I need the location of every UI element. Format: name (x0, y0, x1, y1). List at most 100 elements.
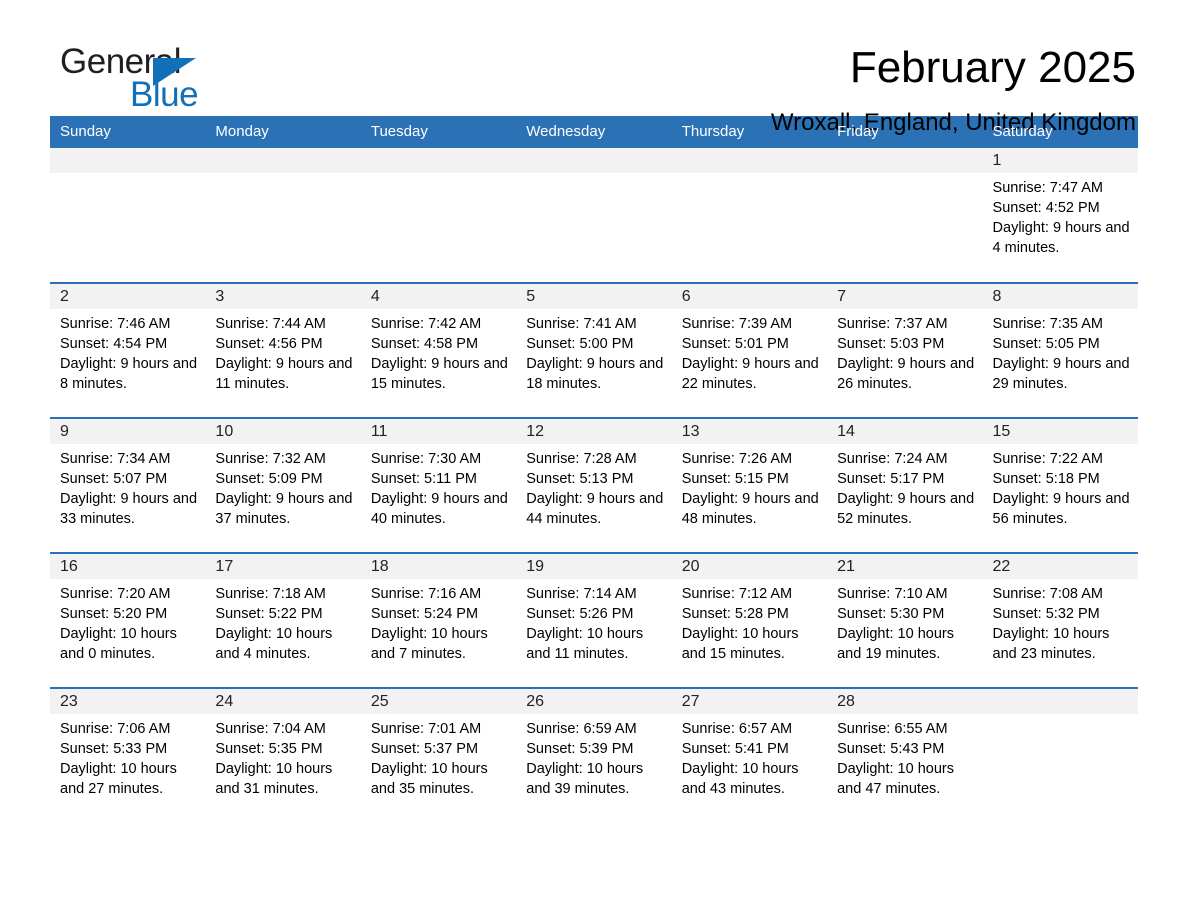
day-number: 11 (370, 423, 388, 440)
sunrise-text: Sunrise: 7:28 AM (526, 451, 637, 467)
sunrise-text: Sunrise: 7:01 AM (370, 721, 482, 737)
location-subtitle: Wroxall, England, United Kingdom (770, 109, 1136, 136)
day-details: Sunrise: 6:55 AM Sunset: 5:43 PM Daylight:… (827, 714, 982, 799)
sunrise-text: Sunrise: 7:20 AM (60, 586, 171, 602)
calendar-week-row: 23 Sunrise: 7:06 AM Sunset: 5:33 PM Dayligh… (50, 687, 1138, 823)
sunrise-text: Sunrise: 6:57 AM (681, 721, 793, 737)
sunset-text: Sunset: 5:26 PM (526, 606, 634, 622)
sunset-text: Sunset: 5:35 PM (215, 741, 323, 757)
day-details: Sunrise: 7:46 AM Sunset: 4:54 PM Daylight:… (50, 309, 205, 394)
day-number (672, 148, 827, 173)
day-details: Sunrise: 7:41 AM Sunset: 5:00 PM Daylight:… (516, 309, 671, 394)
calendar-day-cell[interactable]: 25 Sunrise: 7:01 AM Sunset: 5:37 PM Dayligh… (360, 687, 517, 823)
sunrise-text: Sunrise: 7:35 AM (992, 316, 1103, 332)
sunset-text: Sunset: 5:43 PM (837, 741, 945, 757)
sunset-text: Sunset: 4:58 PM (370, 336, 479, 352)
calendar-day-cell[interactable]: 10 Sunrise: 7:32 AM Sunset: 5:09 PM Dayligh… (205, 417, 361, 553)
calendar-day-cell[interactable]: 16 Sunrise: 7:20 AM Sunset: 5:20 PM Dayligh… (50, 552, 206, 688)
day-details: Sunrise: 7:34 AM Sunset: 5:07 PM Daylight:… (50, 444, 205, 529)
sunrise-text: Sunrise: 7:24 AM (837, 451, 948, 467)
daylight-text: Daylight: 10 hours and 4 minutes. (215, 626, 333, 662)
calendar-cell-empty (671, 148, 828, 283)
sunrise-text: Sunrise: 7:44 AM (215, 316, 326, 332)
calendar-day-cell[interactable]: 14 Sunrise: 7:24 AM Sunset: 5:17 PM Dayligh… (827, 417, 983, 553)
daylight-text: Daylight: 9 hours and 48 minutes. (681, 491, 819, 527)
calendar-day-cell[interactable]: 12 Sunrise: 7:28 AM Sunset: 5:13 PM Dayligh… (516, 417, 672, 553)
calendar-day-cell[interactable]: 24 Sunrise: 7:04 AM Sunset: 5:35 PM Dayligh… (205, 687, 361, 823)
sunset-text: Sunset: 5:41 PM (681, 741, 789, 757)
day-number: 23 (60, 693, 78, 710)
sunrise-text: Sunrise: 7:04 AM (215, 721, 326, 737)
calendar-day-cell[interactable]: 7 Sunrise: 7:37 AM Sunset: 5:03 PM Daylight… (827, 282, 983, 418)
sunset-text: Sunset: 5:03 PM (837, 336, 945, 352)
daylight-text: Daylight: 10 hours and 31 minutes. (215, 761, 333, 797)
sunset-text: Sunset: 5:24 PM (370, 606, 479, 622)
day-details: Sunrise: 7:10 AM Sunset: 5:30 PM Daylight:… (827, 579, 982, 664)
sunset-text: Sunset: 5:18 PM (992, 471, 1100, 487)
calendar-day-cell[interactable]: 13 Sunrise: 7:26 AM Sunset: 5:15 PM Dayligh… (671, 417, 828, 553)
sunset-text: Sunset: 5:07 PM (60, 471, 168, 487)
day-details: Sunrise: 7:35 AM Sunset: 5:05 PM Daylight:… (983, 309, 1138, 394)
sunrise-text: Sunrise: 7:46 AM (60, 316, 171, 332)
weekday-header-sunday: Sunday (50, 116, 206, 148)
sunrise-text: Sunrise: 7:06 AM (60, 721, 171, 737)
calendar-day-cell[interactable]: 9 Sunrise: 7:34 AM Sunset: 5:07 PM Daylight… (50, 417, 206, 553)
daylight-text: Daylight: 10 hours and 43 minutes. (681, 761, 799, 797)
day-number: 17 (215, 558, 234, 575)
day-details: Sunrise: 7:22 AM Sunset: 5:18 PM Daylight:… (983, 444, 1138, 529)
sunrise-text: Sunrise: 7:30 AM (370, 451, 482, 467)
day-number: 15 (992, 423, 1011, 440)
day-details: Sunrise: 7:16 AM Sunset: 5:24 PM Daylight:… (361, 579, 516, 664)
day-number: 7 (837, 288, 847, 305)
calendar-day-cell[interactable]: 6 Sunrise: 7:39 AM Sunset: 5:01 PM Daylight… (671, 282, 828, 418)
calendar-day-cell[interactable]: 26 Sunrise: 6:59 AM Sunset: 5:39 PM Dayligh… (516, 687, 672, 823)
calendar-cell-empty (516, 148, 672, 283)
sunset-text: Sunset: 5:33 PM (60, 741, 168, 757)
calendar-day-cell[interactable]: 22 Sunrise: 7:08 AM Sunset: 5:32 PM Dayligh… (982, 552, 1138, 688)
calendar-cell-empty (360, 148, 517, 283)
sunrise-text: Sunrise: 6:59 AM (526, 721, 637, 737)
daylight-text: Daylight: 10 hours and 39 minutes. (526, 761, 644, 797)
daylight-text: Daylight: 10 hours and 35 minutes. (370, 761, 488, 797)
day-number: 21 (837, 558, 855, 575)
calendar-day-cell[interactable]: 20 Sunrise: 7:12 AM Sunset: 5:28 PM Dayligh… (671, 552, 828, 688)
day-number: 27 (681, 693, 700, 710)
calendar-day-cell[interactable]: 11 Sunrise: 7:30 AM Sunset: 5:11 PM Dayligh… (360, 417, 517, 553)
day-number: 14 (837, 423, 855, 440)
sunrise-text: Sunrise: 7:16 AM (370, 586, 482, 602)
calendar-day-cell[interactable]: 5 Sunrise: 7:41 AM Sunset: 5:00 PM Daylight… (516, 282, 672, 418)
calendar-day-cell[interactable]: 19 Sunrise: 7:14 AM Sunset: 5:26 PM Dayligh… (516, 552, 672, 688)
day-number (205, 148, 360, 173)
generalblue-logo[interactable]: General Blue (50, 42, 310, 114)
daylight-text: Daylight: 10 hours and 7 minutes. (370, 626, 488, 662)
calendar-day-cell[interactable]: 1 Sunrise: 7:47 AM Sunset: 4:52 PM Daylight… (982, 148, 1138, 283)
sunrise-text: Sunrise: 7:42 AM (370, 316, 482, 332)
daylight-text: Daylight: 9 hours and 22 minutes. (681, 356, 819, 392)
calendar-day-cell[interactable]: 4 Sunrise: 7:42 AM Sunset: 4:58 PM Daylight… (360, 282, 517, 418)
weekday-header-tuesday: Tuesday (360, 116, 517, 148)
calendar-day-cell[interactable]: 15 Sunrise: 7:22 AM Sunset: 5:18 PM Dayligh… (982, 417, 1138, 553)
daylight-text: Daylight: 9 hours and 15 minutes. (370, 356, 508, 392)
sunset-text: Sunset: 5:28 PM (681, 606, 789, 622)
sunrise-sunset-calendar: Sunday Monday Tuesday Wednesday Thursday… (50, 116, 1138, 823)
calendar-day-cell[interactable]: 28 Sunrise: 6:55 AM Sunset: 5:43 PM Dayligh… (827, 687, 983, 823)
calendar-day-cell[interactable]: 21 Sunrise: 7:10 AM Sunset: 5:30 PM Dayligh… (827, 552, 983, 688)
day-number: 8 (992, 288, 1002, 305)
calendar-day-cell[interactable]: 8 Sunrise: 7:35 AM Sunset: 5:05 PM Daylight… (982, 282, 1138, 418)
day-details: Sunrise: 7:37 AM Sunset: 5:03 PM Daylight:… (827, 309, 982, 394)
calendar-day-cell[interactable]: 23 Sunrise: 7:06 AM Sunset: 5:33 PM Dayligh… (50, 687, 206, 823)
day-details: Sunrise: 7:14 AM Sunset: 5:26 PM Daylight:… (516, 579, 671, 664)
calendar-day-cell[interactable]: 17 Sunrise: 7:18 AM Sunset: 5:22 PM Dayligh… (205, 552, 361, 688)
day-details: Sunrise: 7:39 AM Sunset: 5:01 PM Daylight:… (672, 309, 827, 394)
day-number: 2 (60, 288, 69, 305)
page-title: February 2025 (849, 43, 1136, 92)
calendar-day-cell[interactable]: 27 Sunrise: 6:57 AM Sunset: 5:41 PM Dayligh… (671, 687, 828, 823)
calendar-day-cell[interactable]: 2 Sunrise: 7:46 AM Sunset: 4:54 PM Daylight… (50, 282, 206, 418)
day-number (361, 148, 516, 173)
calendar-day-cell[interactable]: 3 Sunrise: 7:44 AM Sunset: 4:56 PM Daylight… (205, 282, 361, 418)
daylight-text: Daylight: 9 hours and 40 minutes. (370, 491, 508, 527)
calendar-cell-empty (982, 687, 1138, 823)
day-number: 25 (370, 693, 389, 710)
day-number: 16 (60, 558, 78, 575)
calendar-day-cell[interactable]: 18 Sunrise: 7:16 AM Sunset: 5:24 PM Dayligh… (360, 552, 517, 688)
